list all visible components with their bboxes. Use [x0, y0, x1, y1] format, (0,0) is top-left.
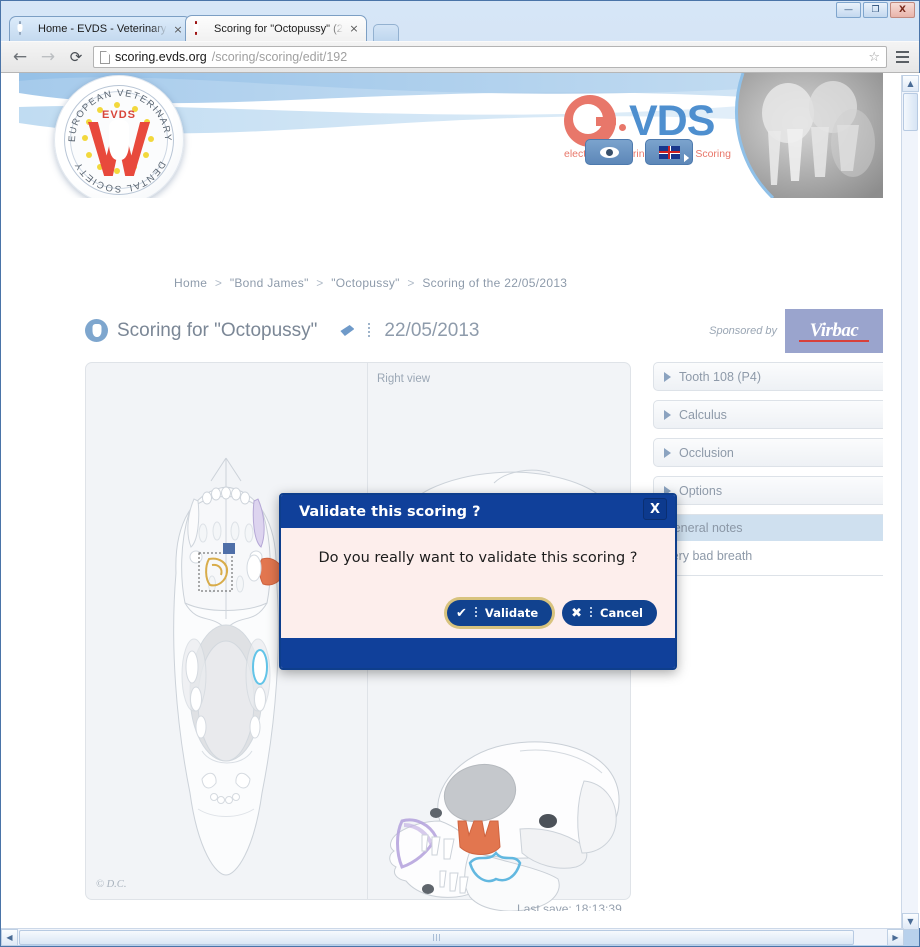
scroll-up-arrow[interactable]: ▲ — [902, 75, 919, 92]
dialog-validate-button[interactable]: ✔ Validate — [447, 600, 553, 626]
reload-icon[interactable]: ⟳ — [65, 46, 87, 68]
dialog-titlebar: Validate this scoring ? X — [281, 495, 675, 528]
language-button[interactable] — [645, 139, 693, 165]
dialog-message: Do you really want to validate this scor… — [318, 550, 638, 566]
evds-shield-icon — [193, 20, 209, 36]
view-options-button[interactable] — [585, 139, 689, 165]
dialog-cancel-button[interactable]: ✖ Cancel — [562, 600, 657, 626]
evds-shield-icon — [17, 21, 33, 36]
new-tab-button[interactable] — [373, 24, 399, 41]
scroll-right-arrow[interactable]: ▶ — [887, 928, 904, 946]
address-bar[interactable]: scoring.evds.org /scoring/scoring/edit/1… — [93, 46, 887, 68]
horizontal-scroll-thumb[interactable] — [19, 929, 854, 945]
browser-tab-scoring[interactable]: Scoring for "Octopussy" (22 × — [185, 15, 367, 41]
tab-title: Scoring for "Octopussy" (22 — [214, 22, 343, 35]
dialog-button-row: ✔ Validate ✖ Cancel — [447, 600, 657, 626]
checkmark-icon: ✔ — [456, 605, 467, 621]
modal-overlay: Validate this scoring ? X Do you really … — [19, 73, 883, 911]
close-icon[interactable]: × — [172, 23, 184, 36]
back-icon[interactable]: ← — [9, 46, 31, 68]
scroll-left-arrow[interactable]: ◀ — [1, 928, 18, 946]
scroll-down-arrow[interactable]: ▼ — [902, 913, 919, 930]
tab-title: Home - EVDS - Veterinary De — [38, 23, 167, 35]
browser-tab-home[interactable]: Home - EVDS - Veterinary De × — [9, 16, 191, 41]
url-path: /scoring/scoring/edit/192 — [211, 50, 348, 64]
browser-toolbar: ← → ⟳ scoring.evds.org /scoring/scoring/… — [1, 41, 919, 73]
browser-window: — ❐ X Home - EVDS - Veterinary De × Scor… — [0, 0, 920, 947]
chevron-right-icon — [684, 154, 689, 162]
dialog-title: Validate this scoring ? — [299, 503, 481, 520]
dialog-body: Do you really want to validate this scor… — [281, 528, 675, 638]
forward-icon[interactable]: → — [37, 46, 59, 68]
evds-page: EUROPEAN VETERINARY DENTAL SOCIETY EVDS — [19, 73, 883, 911]
url-host: scoring.evds.org — [115, 50, 207, 64]
dialog-validate-label: Validate — [484, 606, 539, 620]
uk-flag-icon — [658, 145, 680, 159]
dialog-footer — [281, 638, 675, 668]
validate-scoring-dialog: Validate this scoring ? X Do you really … — [279, 493, 677, 670]
eye-icon — [599, 146, 619, 158]
window-titlebar: — ❐ X — [1, 1, 919, 18]
dialog-close-button[interactable]: X — [643, 498, 667, 520]
header-action-buttons — [585, 139, 693, 165]
horizontal-scrollbar[interactable]: ◀ ▶ — [1, 928, 904, 946]
dialog-cancel-label: Cancel — [600, 606, 643, 620]
bookmark-star-icon[interactable]: ☆ — [868, 50, 880, 65]
close-icon[interactable]: × — [348, 22, 360, 35]
close-x-icon: ✖ — [571, 605, 583, 621]
browser-menu-icon[interactable] — [893, 46, 911, 68]
vertical-scrollbar[interactable]: ▲ ▼ — [901, 75, 919, 930]
tab-strip: Home - EVDS - Veterinary De × Scoring fo… — [1, 15, 919, 41]
page-viewport: EUROPEAN VETERINARY DENTAL SOCIETY EVDS — [1, 73, 920, 928]
vertical-scroll-thumb[interactable] — [903, 93, 918, 131]
page-icon — [100, 50, 110, 64]
